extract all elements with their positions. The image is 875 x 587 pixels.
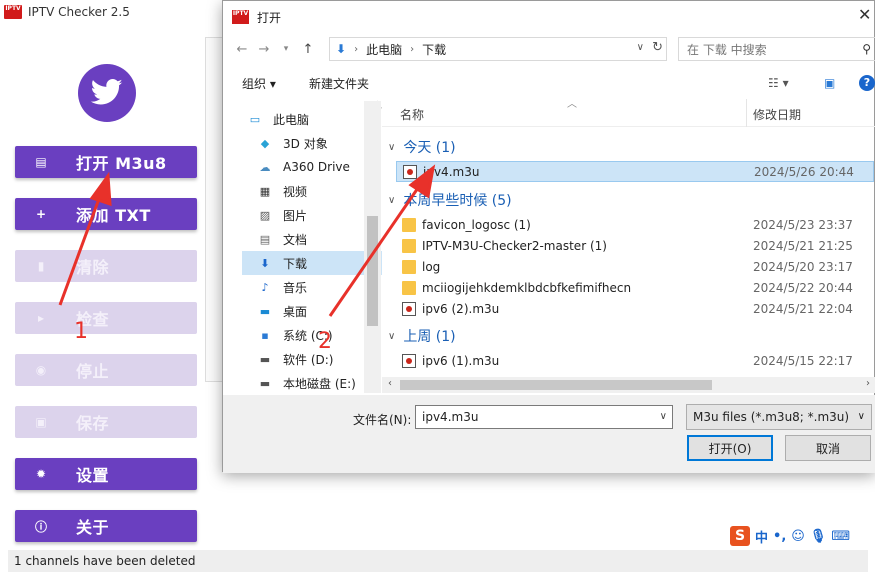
annotation-arrow-1	[58, 195, 102, 306]
annotation-arrow-2	[328, 184, 422, 317]
annotation-label-1: 1	[74, 319, 88, 344]
annotation-label-2: 2	[318, 329, 332, 354]
annotation-overlay: 1 2	[58, 164, 436, 354]
annotation-arrowhead-1	[89, 171, 112, 207]
